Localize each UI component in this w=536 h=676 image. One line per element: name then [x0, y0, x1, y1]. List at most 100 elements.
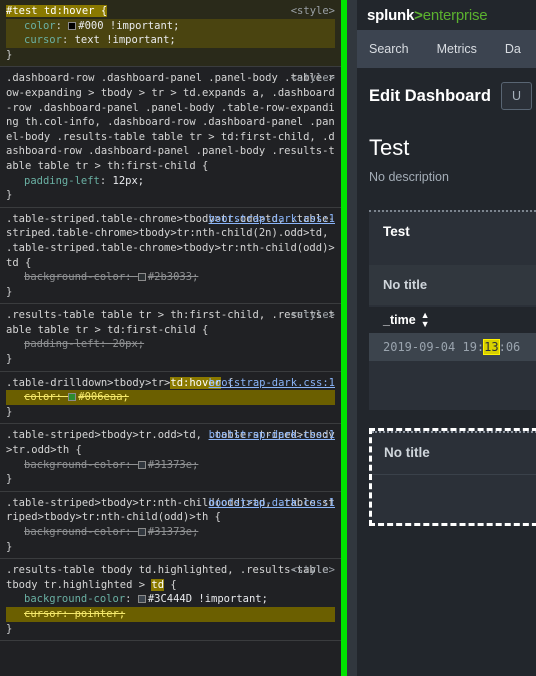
css-rule[interactable]: <style> .dashboard-row .dashboard-panel … — [0, 67, 341, 208]
css-declaration[interactable]: cursor: text !important; — [6, 33, 335, 48]
css-value[interactable]: #31373e; — [148, 459, 199, 471]
color-swatch-icon[interactable] — [68, 393, 77, 402]
css-property[interactable]: cursor — [24, 34, 62, 46]
css-property[interactable]: padding-left — [24, 338, 100, 350]
splunk-logo[interactable]: splunk>enterprise — [367, 6, 488, 24]
css-declaration[interactable]: padding-left: 20px; — [6, 337, 335, 352]
css-property[interactable]: background-color — [24, 459, 125, 471]
rule-close-brace: } — [6, 473, 13, 486]
color-swatch-icon[interactable] — [137, 528, 146, 536]
panel-title[interactable]: Test — [369, 212, 536, 239]
css-property[interactable]: background-color — [24, 593, 125, 605]
cell-time-prefix: 2019-09-04 19: — [383, 340, 485, 354]
css-declaration[interactable]: color: #000 !important; — [6, 18, 335, 34]
css-property[interactable]: background-color — [24, 526, 125, 538]
css-rule[interactable]: bootstrap-dark.css:1 .table-striped>tbod… — [0, 424, 341, 492]
css-declaration[interactable]: background-color: #31373e; — [6, 458, 335, 473]
css-declaration[interactable]: background-color: #2b3033; — [6, 270, 335, 285]
css-value[interactable]: pointer; — [75, 608, 126, 620]
rule-origin-link[interactable]: bootstrap-dark.css:1 — [209, 376, 335, 391]
panel-subtitle[interactable]: No title — [369, 265, 536, 305]
css-declaration[interactable]: background-color: #31373e; — [6, 525, 335, 540]
rule-selector[interactable]: .results-table table tr > th:first-child… — [6, 308, 335, 337]
rule-selector-prefix: .table-drilldown>tbody>tr> — [6, 376, 171, 389]
rule-close-brace: } — [6, 48, 13, 61]
cell-time-suffix: :06 — [498, 340, 521, 354]
css-value[interactable]: #31373e; — [148, 526, 199, 538]
table-row[interactable]: 2019-09-04 19:13:06 — [369, 333, 536, 361]
css-rule[interactable]: bootstrap-dark.css:1 .table-striped>tbod… — [0, 492, 341, 560]
page-title: Edit Dashboard — [369, 86, 491, 105]
rule-origin[interactable]: <style> — [291, 308, 335, 323]
rule-close-brace: } — [6, 189, 13, 202]
css-value[interactable]: #006eaa; — [78, 391, 129, 403]
color-swatch-icon[interactable] — [137, 273, 146, 282]
css-value[interactable]: #000 !important; — [78, 20, 179, 32]
css-rule[interactable]: <style> #test td:hover { color: #000 !im… — [0, 0, 341, 68]
splunk-app-pane: splunk>enterprise Search Metrics Da Edit… — [347, 0, 536, 676]
rule-origin-link[interactable]: bootstrap-dark.css:1 — [209, 428, 335, 443]
rule-origin[interactable]: <style> — [291, 71, 335, 86]
splunk-body: Edit Dashboard U Test No description Tes… — [357, 68, 536, 676]
column-header-time[interactable]: _time — [383, 313, 416, 327]
color-swatch-icon[interactable] — [137, 595, 146, 604]
dashboard-panel[interactable]: Test No title _time ▲ ▼ 2019-09-04 19:13:0… — [369, 210, 536, 410]
css-property[interactable]: cursor — [24, 608, 62, 620]
edit-dashboard-bar: Edit Dashboard U — [357, 68, 536, 124]
css-rule[interactable]: <style> .results-table tbody td.highligh… — [0, 559, 341, 642]
rule-close-brace: } — [6, 622, 13, 635]
sort-updown-icon[interactable]: ▲ ▼ — [421, 311, 430, 329]
rule-origin[interactable]: <style> — [291, 563, 335, 578]
css-declaration[interactable]: color: #006eaa; — [6, 390, 335, 405]
rule-selector[interactable]: .results-table tbody td.highlighted, .re… — [6, 563, 335, 592]
rule-close-brace: } — [6, 353, 13, 366]
rule-selector-suffix: { — [164, 578, 177, 591]
css-rule[interactable]: bootstrap-dark.css:1 .table-striped.tabl… — [0, 208, 341, 305]
splunk-inner: splunk>enterprise Search Metrics Da Edit… — [357, 0, 536, 676]
panel-inner: No title — [372, 431, 536, 523]
logo-gt-icon: > — [414, 6, 423, 24]
css-property[interactable]: color — [24, 20, 56, 32]
rule-selector-highlight: #test td:hover { — [6, 5, 108, 17]
dashboard-title: Test — [369, 135, 410, 160]
rule-close-brace: } — [6, 540, 13, 553]
dashboard-panels: Test No title _time ▲ ▼ 2019-09-04 19:13:0… — [357, 210, 536, 526]
table-header-row: _time ▲ ▼ — [369, 307, 536, 333]
css-value[interactable]: text !important; — [75, 34, 176, 46]
color-swatch-icon[interactable] — [68, 21, 77, 30]
nav-item-metrics[interactable]: Metrics — [437, 42, 477, 56]
results-table[interactable]: _time ▲ ▼ 2019-09-04 19:13:06 — [369, 307, 536, 361]
css-value[interactable]: #2b3033; — [148, 271, 199, 283]
css-declaration[interactable]: background-color: #3C444D !important; — [6, 592, 335, 607]
rule-selector[interactable]: #test td:hover { — [6, 4, 335, 19]
css-declaration[interactable]: cursor: pointer; — [6, 606, 335, 622]
cell-time[interactable]: 2019-09-04 19:13:06 — [383, 339, 521, 355]
nav-item-datasets[interactable]: Da — [505, 42, 521, 56]
dashboard-description[interactable]: No description — [369, 170, 536, 184]
logo-product-text: enterprise — [422, 6, 488, 24]
rule-selector[interactable]: .dashboard-row .dashboard-panel .panel-b… — [6, 71, 335, 173]
css-value[interactable]: 20px; — [113, 338, 145, 350]
edit-action-button[interactable]: U — [500, 82, 532, 110]
rule-origin[interactable]: <style> — [291, 4, 335, 19]
splunk-header: splunk>enterprise — [357, 0, 536, 30]
css-value[interactable]: 12px; — [113, 175, 145, 187]
devtools-styles-pane[interactable]: <style> #test td:hover { color: #000 !im… — [0, 0, 341, 676]
rule-origin-link[interactable]: bootstrap-dark.css:1 — [209, 496, 335, 511]
rule-origin-link[interactable]: bootstrap-dark.css:1 — [209, 212, 335, 227]
css-property[interactable]: color — [24, 391, 56, 403]
css-rule[interactable]: bootstrap-dark.css:1 .table-drilldown>tb… — [0, 372, 341, 425]
text-cursor-selection: 13 — [483, 339, 500, 355]
css-value[interactable]: #3C444D !important; — [148, 593, 268, 605]
css-declaration[interactable]: padding-left: 12px; — [6, 174, 335, 189]
css-property[interactable]: background-color — [24, 271, 125, 283]
css-property[interactable]: padding-left — [24, 175, 100, 187]
screen-root: <style> #test td:hover { color: #000 !im… — [0, 0, 536, 676]
nav-item-search[interactable]: Search — [369, 42, 409, 56]
splunk-nav-bar: Search Metrics Da — [357, 30, 536, 68]
rule-close-brace: } — [6, 405, 13, 418]
dashboard-panel-selected[interactable]: No title — [369, 428, 536, 526]
css-rule[interactable]: <style> .results-table table tr > th:fir… — [0, 304, 341, 372]
color-swatch-icon[interactable] — [137, 460, 146, 469]
panel-title[interactable]: No title — [372, 433, 536, 460]
